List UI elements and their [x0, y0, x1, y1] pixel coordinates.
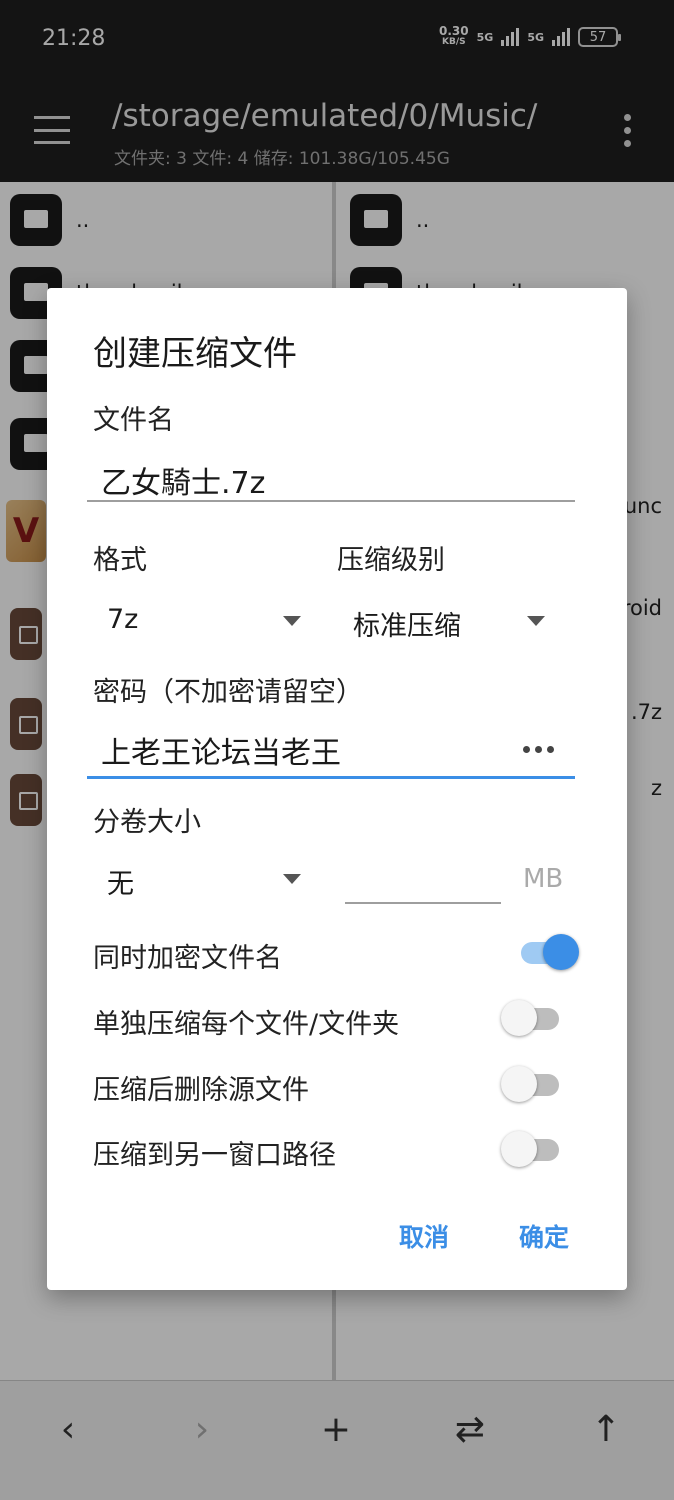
chevron-down-icon[interactable]	[283, 874, 301, 884]
create-archive-dialog: 创建压缩文件 文件名 乙女騎士.7z 格式 压缩级别 7z 标准压缩 密码（不加…	[47, 288, 627, 1290]
password-input[interactable]: 上老王论坛当老王	[101, 728, 341, 772]
filename-input[interactable]: 乙女騎士.7z	[101, 458, 265, 502]
compress-to-other-pane-switch[interactable]	[501, 1129, 563, 1169]
level-label: 压缩级别	[337, 545, 445, 576]
split-size-input[interactable]	[345, 902, 501, 904]
format-select[interactable]: 7z	[107, 604, 138, 635]
level-select[interactable]: 标准压缩	[353, 604, 461, 643]
split-size-select[interactable]: 无	[107, 862, 134, 901]
ok-button[interactable]: 确定	[519, 1218, 569, 1254]
cancel-button[interactable]: 取消	[399, 1218, 449, 1254]
split-size-unit: MB	[523, 864, 564, 894]
password-label: 密码（不加密请留空）	[93, 677, 363, 708]
format-label: 格式	[93, 545, 147, 576]
switch-label: 同时加密文件名	[93, 943, 282, 974]
switch-label: 单独压缩每个文件/文件夹	[93, 1009, 400, 1040]
switch-label: 压缩到另一窗口路径	[93, 1140, 336, 1171]
chevron-down-icon[interactable]	[527, 616, 545, 626]
switch-label: 压缩后删除源文件	[93, 1075, 309, 1106]
chevron-down-icon[interactable]	[283, 616, 301, 626]
split-size-label: 分卷大小	[93, 807, 201, 838]
compress-separately-switch[interactable]	[501, 998, 563, 1038]
delete-source-switch[interactable]	[501, 1064, 563, 1104]
filename-label: 文件名	[93, 405, 174, 436]
filename-underline	[87, 500, 575, 502]
encrypt-filenames-switch[interactable]	[517, 932, 579, 972]
show-password-icon[interactable]	[523, 746, 554, 753]
password-underline	[87, 776, 575, 779]
dialog-title: 创建压缩文件	[93, 334, 297, 374]
